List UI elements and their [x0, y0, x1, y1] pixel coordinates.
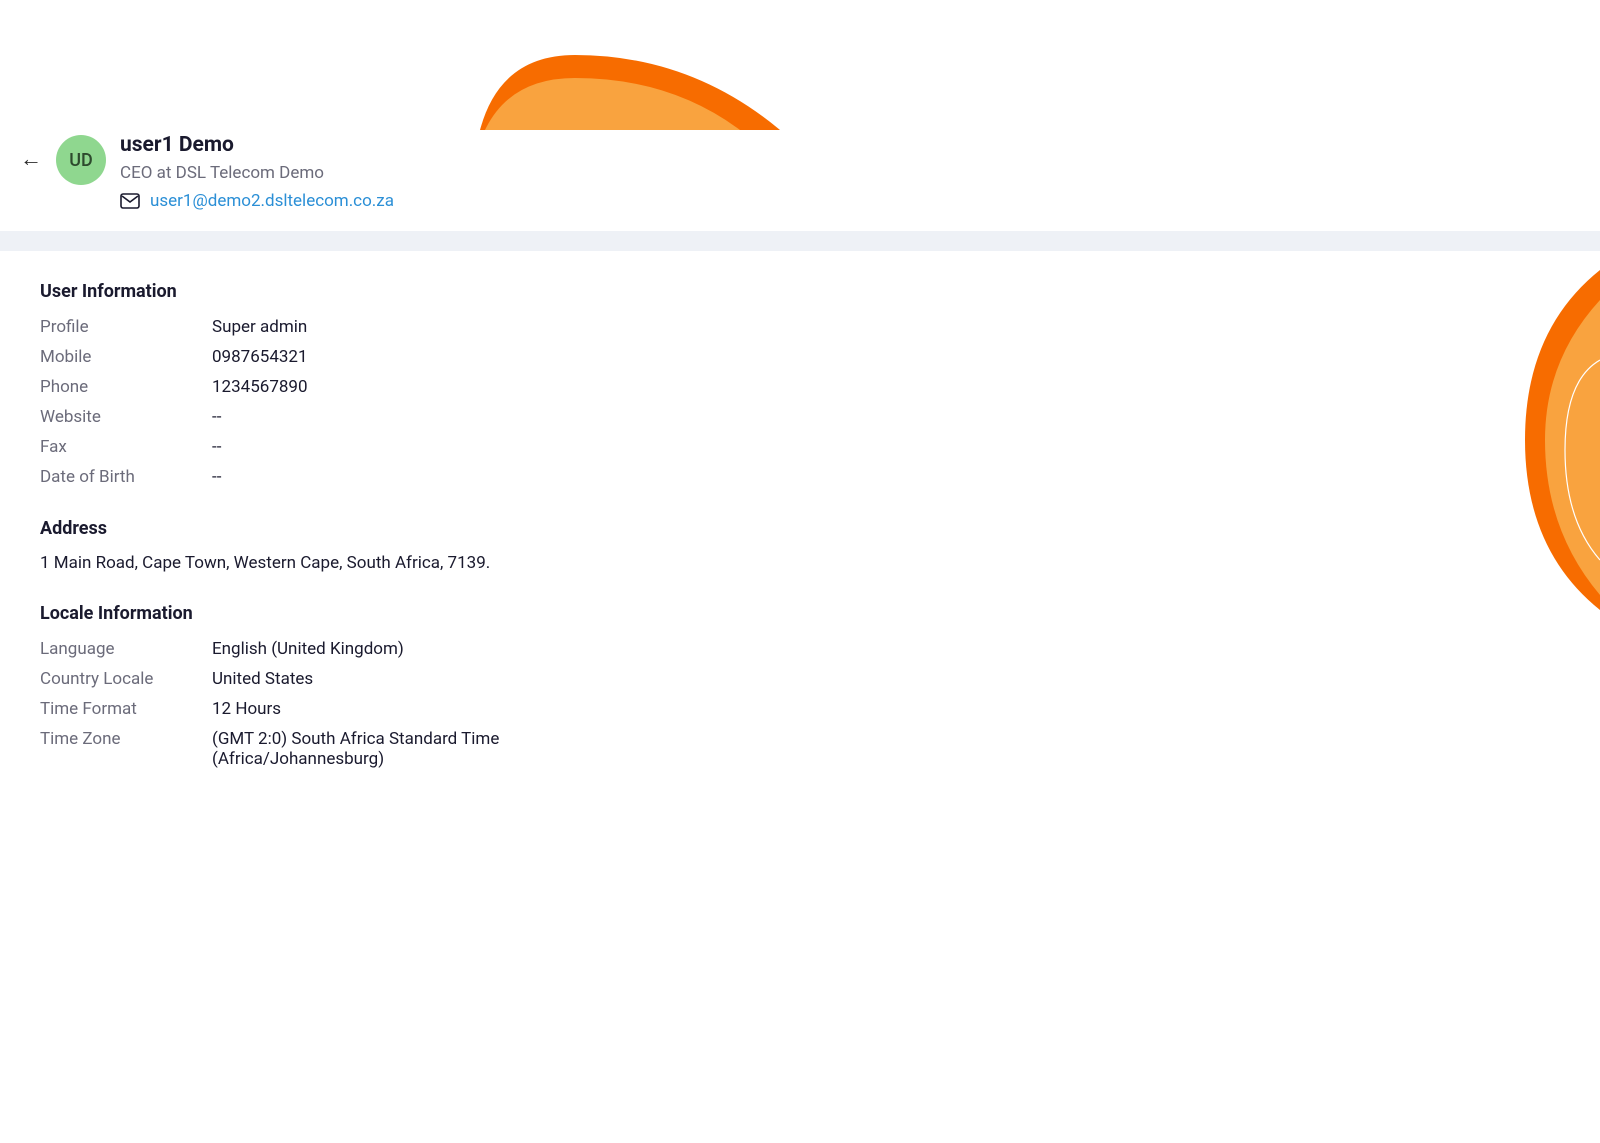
field-phone: Phone 1234567890: [40, 372, 1155, 402]
field-fax: Fax --: [40, 432, 1155, 462]
details-panel: User Information Profile Super admin Mob…: [0, 251, 1195, 830]
decorative-blob-right: [1520, 270, 1600, 610]
field-value: Super admin: [212, 317, 307, 337]
email-row: user1@demo2.dsltelecom.co.za: [120, 191, 394, 211]
field-time-zone: Time Zone (GMT 2:0) South Africa Standar…: [40, 724, 1155, 774]
field-label: Date of Birth: [40, 467, 212, 487]
avatar-initials: UD: [69, 150, 93, 171]
header-info: user1 Demo CEO at DSL Telecom Demo user1…: [120, 133, 394, 211]
locale-section: Locale Information Language English (Uni…: [40, 603, 1155, 774]
user-name: user1 Demo: [120, 133, 394, 157]
user-header: ← UD user1 Demo CEO at DSL Telecom Demo …: [0, 0, 1600, 231]
address-section: Address 1 Main Road, Cape Town, Western …: [40, 518, 1155, 577]
field-time-format: Time Format 12 Hours: [40, 694, 1155, 724]
field-value: --: [212, 467, 221, 487]
field-profile: Profile Super admin: [40, 312, 1155, 342]
field-label: Phone: [40, 377, 212, 397]
email-link[interactable]: user1@demo2.dsltelecom.co.za: [150, 191, 394, 211]
field-label: Language: [40, 639, 212, 659]
field-value: United States: [212, 669, 313, 689]
field-value: 1234567890: [212, 377, 308, 397]
field-mobile: Mobile 0987654321: [40, 342, 1155, 372]
section-title-locale: Locale Information: [40, 603, 1155, 624]
field-label: Website: [40, 407, 212, 427]
avatar: UD: [56, 135, 106, 185]
user-information-section: User Information Profile Super admin Mob…: [40, 281, 1155, 492]
field-label: Time Format: [40, 699, 212, 719]
mail-icon: [120, 191, 140, 211]
field-dob: Date of Birth --: [40, 462, 1155, 492]
field-label: Time Zone: [40, 729, 212, 769]
field-value: 12 Hours: [212, 699, 281, 719]
user-title: CEO at DSL Telecom Demo: [120, 163, 394, 183]
field-value: (GMT 2:0) South Africa Standard Time (Af…: [212, 729, 502, 769]
address-value: 1 Main Road, Cape Town, Western Cape, So…: [40, 549, 1155, 577]
section-divider: [0, 231, 1600, 251]
field-label: Profile: [40, 317, 212, 337]
back-arrow-icon[interactable]: ←: [20, 149, 42, 171]
section-title-user-info: User Information: [40, 281, 1155, 302]
field-value: English (United Kingdom): [212, 639, 404, 659]
field-label: Country Locale: [40, 669, 212, 689]
field-value: 0987654321: [212, 347, 308, 367]
field-value: --: [212, 437, 221, 457]
field-label: Mobile: [40, 347, 212, 367]
section-title-address: Address: [40, 518, 1155, 539]
field-label: Fax: [40, 437, 212, 457]
field-website: Website --: [40, 402, 1155, 432]
field-language: Language English (United Kingdom): [40, 634, 1155, 664]
field-value: --: [212, 407, 221, 427]
field-country-locale: Country Locale United States: [40, 664, 1155, 694]
